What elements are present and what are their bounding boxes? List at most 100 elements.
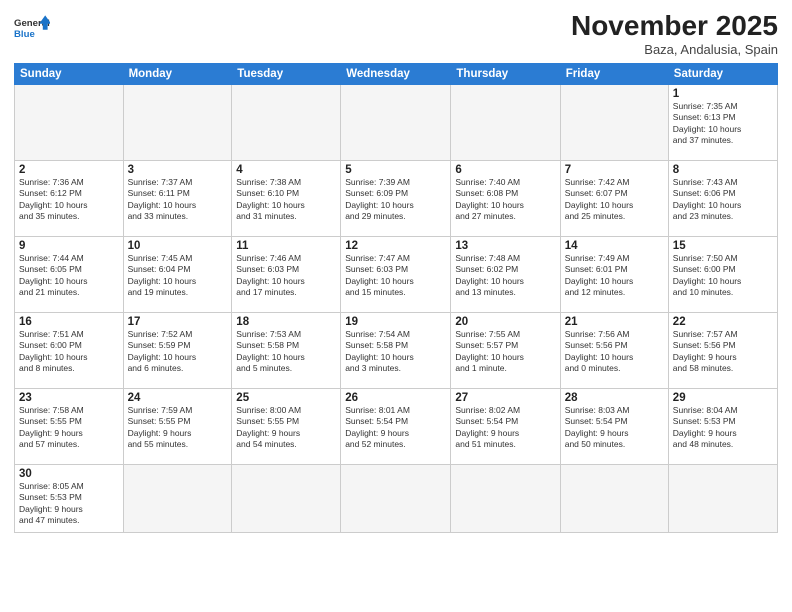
week-row-2: 2Sunrise: 7:36 AMSunset: 6:12 PMDaylight… bbox=[15, 161, 778, 237]
day-info: Sunrise: 8:00 AMSunset: 5:55 PMDaylight:… bbox=[236, 405, 336, 451]
subtitle: Baza, Andalusia, Spain bbox=[571, 42, 778, 57]
day-info: Sunrise: 7:48 AMSunset: 6:02 PMDaylight:… bbox=[455, 253, 555, 299]
day-cell: 25Sunrise: 8:00 AMSunset: 5:55 PMDayligh… bbox=[232, 389, 341, 465]
day-cell bbox=[341, 465, 451, 533]
weekday-header-monday: Monday bbox=[123, 64, 232, 85]
day-cell: 20Sunrise: 7:55 AMSunset: 5:57 PMDayligh… bbox=[451, 313, 560, 389]
day-number: 21 bbox=[565, 316, 664, 328]
day-cell: 27Sunrise: 8:02 AMSunset: 5:54 PMDayligh… bbox=[451, 389, 560, 465]
day-cell: 16Sunrise: 7:51 AMSunset: 6:00 PMDayligh… bbox=[15, 313, 124, 389]
day-number: 30 bbox=[19, 468, 119, 480]
day-cell: 2Sunrise: 7:36 AMSunset: 6:12 PMDaylight… bbox=[15, 161, 124, 237]
day-cell: 22Sunrise: 7:57 AMSunset: 5:56 PMDayligh… bbox=[668, 313, 777, 389]
day-cell: 13Sunrise: 7:48 AMSunset: 6:02 PMDayligh… bbox=[451, 237, 560, 313]
day-info: Sunrise: 8:04 AMSunset: 5:53 PMDaylight:… bbox=[673, 405, 773, 451]
day-cell: 7Sunrise: 7:42 AMSunset: 6:07 PMDaylight… bbox=[560, 161, 668, 237]
day-cell bbox=[451, 85, 560, 161]
day-cell: 11Sunrise: 7:46 AMSunset: 6:03 PMDayligh… bbox=[232, 237, 341, 313]
day-info: Sunrise: 7:36 AMSunset: 6:12 PMDaylight:… bbox=[19, 177, 119, 223]
day-cell: 28Sunrise: 8:03 AMSunset: 5:54 PMDayligh… bbox=[560, 389, 668, 465]
day-number: 16 bbox=[19, 316, 119, 328]
day-number: 12 bbox=[345, 240, 446, 252]
day-number: 3 bbox=[128, 164, 228, 176]
day-cell: 4Sunrise: 7:38 AMSunset: 6:10 PMDaylight… bbox=[232, 161, 341, 237]
day-number: 9 bbox=[19, 240, 119, 252]
day-info: Sunrise: 7:56 AMSunset: 5:56 PMDaylight:… bbox=[565, 329, 664, 375]
day-number: 7 bbox=[565, 164, 664, 176]
day-number: 27 bbox=[455, 392, 555, 404]
day-number: 26 bbox=[345, 392, 446, 404]
day-number: 11 bbox=[236, 240, 336, 252]
day-info: Sunrise: 7:55 AMSunset: 5:57 PMDaylight:… bbox=[455, 329, 555, 375]
day-number: 6 bbox=[455, 164, 555, 176]
day-number: 28 bbox=[565, 392, 664, 404]
day-cell: 8Sunrise: 7:43 AMSunset: 6:06 PMDaylight… bbox=[668, 161, 777, 237]
day-cell bbox=[123, 85, 232, 161]
day-info: Sunrise: 7:46 AMSunset: 6:03 PMDaylight:… bbox=[236, 253, 336, 299]
day-cell: 19Sunrise: 7:54 AMSunset: 5:58 PMDayligh… bbox=[341, 313, 451, 389]
day-number: 8 bbox=[673, 164, 773, 176]
day-cell: 1Sunrise: 7:35 AMSunset: 6:13 PMDaylight… bbox=[668, 85, 777, 161]
day-cell: 6Sunrise: 7:40 AMSunset: 6:08 PMDaylight… bbox=[451, 161, 560, 237]
weekday-header-wednesday: Wednesday bbox=[341, 64, 451, 85]
header: General Blue November 2025 Baza, Andalus… bbox=[14, 10, 778, 57]
week-row-6: 30Sunrise: 8:05 AMSunset: 5:53 PMDayligh… bbox=[15, 465, 778, 533]
day-info: Sunrise: 7:43 AMSunset: 6:06 PMDaylight:… bbox=[673, 177, 773, 223]
day-cell: 17Sunrise: 7:52 AMSunset: 5:59 PMDayligh… bbox=[123, 313, 232, 389]
day-info: Sunrise: 8:01 AMSunset: 5:54 PMDaylight:… bbox=[345, 405, 446, 451]
day-info: Sunrise: 8:03 AMSunset: 5:54 PMDaylight:… bbox=[565, 405, 664, 451]
logo: General Blue bbox=[14, 10, 50, 46]
day-info: Sunrise: 7:35 AMSunset: 6:13 PMDaylight:… bbox=[673, 101, 773, 147]
month-title: November 2025 bbox=[571, 10, 778, 42]
week-row-4: 16Sunrise: 7:51 AMSunset: 6:00 PMDayligh… bbox=[15, 313, 778, 389]
day-cell bbox=[232, 85, 341, 161]
day-number: 18 bbox=[236, 316, 336, 328]
day-info: Sunrise: 8:05 AMSunset: 5:53 PMDaylight:… bbox=[19, 481, 119, 527]
day-cell bbox=[341, 85, 451, 161]
day-cell: 18Sunrise: 7:53 AMSunset: 5:58 PMDayligh… bbox=[232, 313, 341, 389]
weekday-header-row: SundayMondayTuesdayWednesdayThursdayFrid… bbox=[15, 64, 778, 85]
day-number: 10 bbox=[128, 240, 228, 252]
day-info: Sunrise: 7:37 AMSunset: 6:11 PMDaylight:… bbox=[128, 177, 228, 223]
day-cell: 5Sunrise: 7:39 AMSunset: 6:09 PMDaylight… bbox=[341, 161, 451, 237]
day-info: Sunrise: 7:38 AMSunset: 6:10 PMDaylight:… bbox=[236, 177, 336, 223]
weekday-header-friday: Friday bbox=[560, 64, 668, 85]
day-number: 19 bbox=[345, 316, 446, 328]
day-info: Sunrise: 7:59 AMSunset: 5:55 PMDaylight:… bbox=[128, 405, 228, 451]
day-info: Sunrise: 7:51 AMSunset: 6:00 PMDaylight:… bbox=[19, 329, 119, 375]
week-row-3: 9Sunrise: 7:44 AMSunset: 6:05 PMDaylight… bbox=[15, 237, 778, 313]
weekday-header-saturday: Saturday bbox=[668, 64, 777, 85]
day-info: Sunrise: 7:45 AMSunset: 6:04 PMDaylight:… bbox=[128, 253, 228, 299]
day-number: 14 bbox=[565, 240, 664, 252]
day-info: Sunrise: 7:44 AMSunset: 6:05 PMDaylight:… bbox=[19, 253, 119, 299]
day-info: Sunrise: 7:52 AMSunset: 5:59 PMDaylight:… bbox=[128, 329, 228, 375]
day-cell: 21Sunrise: 7:56 AMSunset: 5:56 PMDayligh… bbox=[560, 313, 668, 389]
day-cell bbox=[560, 85, 668, 161]
day-info: Sunrise: 7:58 AMSunset: 5:55 PMDaylight:… bbox=[19, 405, 119, 451]
week-row-5: 23Sunrise: 7:58 AMSunset: 5:55 PMDayligh… bbox=[15, 389, 778, 465]
day-info: Sunrise: 7:40 AMSunset: 6:08 PMDaylight:… bbox=[455, 177, 555, 223]
weekday-header-tuesday: Tuesday bbox=[232, 64, 341, 85]
weekday-header-sunday: Sunday bbox=[15, 64, 124, 85]
day-number: 13 bbox=[455, 240, 555, 252]
day-cell bbox=[451, 465, 560, 533]
day-cell bbox=[15, 85, 124, 161]
day-number: 24 bbox=[128, 392, 228, 404]
day-cell: 29Sunrise: 8:04 AMSunset: 5:53 PMDayligh… bbox=[668, 389, 777, 465]
day-info: Sunrise: 7:42 AMSunset: 6:07 PMDaylight:… bbox=[565, 177, 664, 223]
day-number: 20 bbox=[455, 316, 555, 328]
day-cell: 15Sunrise: 7:50 AMSunset: 6:00 PMDayligh… bbox=[668, 237, 777, 313]
day-number: 22 bbox=[673, 316, 773, 328]
day-info: Sunrise: 7:50 AMSunset: 6:00 PMDaylight:… bbox=[673, 253, 773, 299]
day-cell: 30Sunrise: 8:05 AMSunset: 5:53 PMDayligh… bbox=[15, 465, 124, 533]
calendar: SundayMondayTuesdayWednesdayThursdayFrid… bbox=[14, 63, 778, 533]
day-number: 4 bbox=[236, 164, 336, 176]
logo-svg: General Blue bbox=[14, 10, 50, 46]
svg-text:Blue: Blue bbox=[14, 29, 35, 40]
week-row-1: 1Sunrise: 7:35 AMSunset: 6:13 PMDaylight… bbox=[15, 85, 778, 161]
day-cell: 23Sunrise: 7:58 AMSunset: 5:55 PMDayligh… bbox=[15, 389, 124, 465]
day-info: Sunrise: 8:02 AMSunset: 5:54 PMDaylight:… bbox=[455, 405, 555, 451]
day-cell: 9Sunrise: 7:44 AMSunset: 6:05 PMDaylight… bbox=[15, 237, 124, 313]
day-number: 23 bbox=[19, 392, 119, 404]
title-block: November 2025 Baza, Andalusia, Spain bbox=[571, 10, 778, 57]
